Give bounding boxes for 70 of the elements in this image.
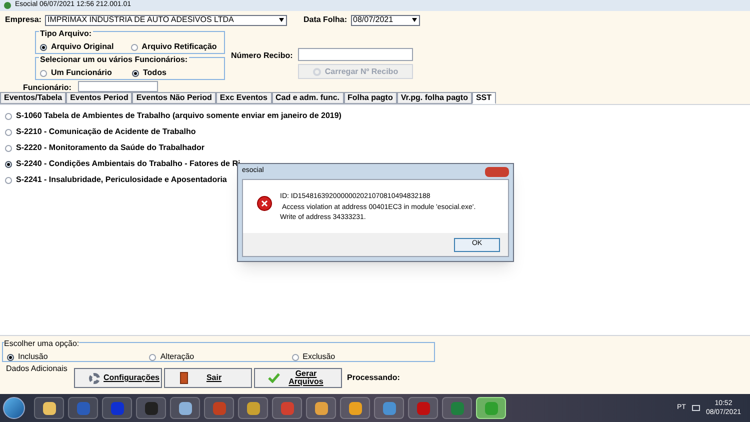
app-icon — [484, 402, 498, 414]
gear-icon — [88, 372, 100, 384]
tab[interactable]: Eventos/Tabela — [0, 92, 66, 104]
app-icon — [348, 402, 362, 414]
radio-button[interactable] — [5, 128, 12, 136]
app-icon — [178, 402, 192, 414]
check-icon — [268, 373, 280, 383]
app-icon — [450, 402, 464, 414]
radio-button[interactable] — [5, 144, 12, 152]
radio-button[interactable] — [5, 112, 12, 120]
field-label: Número Recibo: — [231, 50, 293, 62]
radio-label[interactable]: S-2241 - Insalubridade, Periculosidade e Aposentadoria — [16, 174, 227, 186]
company-dropdown[interactable]: IMPRIMAX INDUSTRIA DE AUTO ADESIVOS LTDA — [45, 14, 288, 26]
group-title: Tipo Arquivo: — [39, 28, 93, 40]
app-icon — [314, 402, 328, 414]
tab[interactable]: Vr.pg. folha pagto — [396, 92, 472, 104]
tab[interactable]: Eventos Não Period — [132, 92, 216, 104]
radio-button[interactable] — [132, 70, 139, 76]
employee-field[interactable] — [78, 81, 158, 92]
radio-label[interactable]: S-1060 Tabela de Ambientes de Trabalho (arquivo somente enviar em janeiro de 2019) — [16, 110, 342, 122]
radio-button[interactable] — [40, 44, 47, 50]
network-icon[interactable] — [692, 405, 700, 411]
app-icon — [280, 402, 294, 414]
action-button[interactable]: Gerar Arquivos — [254, 368, 342, 388]
radio-label[interactable]: S-2210 - Comunicação de Acidente de Trabalho — [16, 126, 196, 138]
caret-icon — [279, 18, 284, 22]
action-button[interactable]: Sair — [164, 368, 252, 388]
radio-button[interactable] — [130, 44, 138, 50]
app-icon — [144, 402, 158, 414]
tab[interactable]: SST — [472, 92, 496, 104]
radio-label[interactable]: S-2220 - Monitoramento da Saúde do Trabalhador — [16, 142, 204, 154]
field-label: Data Folha: — [303, 14, 348, 26]
radio-label[interactable]: Inclusão — [18, 351, 48, 363]
radio-label[interactable]: Arquivo Retificação — [142, 41, 217, 53]
close-button[interactable] — [485, 166, 509, 176]
radio-button[interactable] — [149, 354, 156, 360]
app-icon — [416, 402, 430, 414]
group-title: Escolher uma opção: — [4, 338, 80, 350]
radio-button[interactable] — [7, 354, 14, 360]
radio-label[interactable]: Um Funcionário — [51, 67, 112, 79]
radio-label[interactable]: Arquivo Original — [51, 41, 114, 53]
field-label: Funcionário: — [23, 82, 72, 94]
radio-label[interactable]: Todos — [143, 67, 166, 79]
radio-label[interactable]: Alteração — [160, 351, 194, 363]
radio-button[interactable] — [292, 354, 299, 360]
radio-button[interactable] — [40, 70, 47, 76]
start-button[interactable] — [3, 397, 25, 419]
app-icon — [382, 402, 396, 414]
caret-icon — [412, 18, 418, 22]
receipt-field[interactable] — [298, 48, 413, 61]
error-icon — [257, 196, 272, 211]
radio-button[interactable] — [5, 176, 12, 184]
status-label: Processando: — [347, 372, 400, 384]
app-icon — [246, 402, 260, 414]
app-icon — [42, 402, 56, 414]
radio-button[interactable] — [5, 160, 12, 168]
radio-label[interactable]: Exclusão — [302, 351, 336, 363]
tab[interactable]: Folha pagto — [344, 92, 397, 104]
door-icon — [180, 372, 188, 384]
app-icon — [76, 402, 90, 414]
action-button[interactable]: Configurações — [74, 368, 162, 388]
tab[interactable]: Cad e adm. func. — [272, 92, 344, 104]
tab[interactable]: Eventos Period — [66, 92, 132, 104]
date-dropdown[interactable]: 08/07/2021 — [351, 14, 420, 26]
app-icon — [110, 402, 124, 414]
section-label: Dados Adicionais — [6, 363, 68, 375]
field-label: Empresa: — [5, 14, 42, 26]
app-icon — [4, 2, 11, 9]
tab[interactable]: Exc Eventos — [216, 92, 272, 104]
app-icon — [212, 402, 226, 414]
